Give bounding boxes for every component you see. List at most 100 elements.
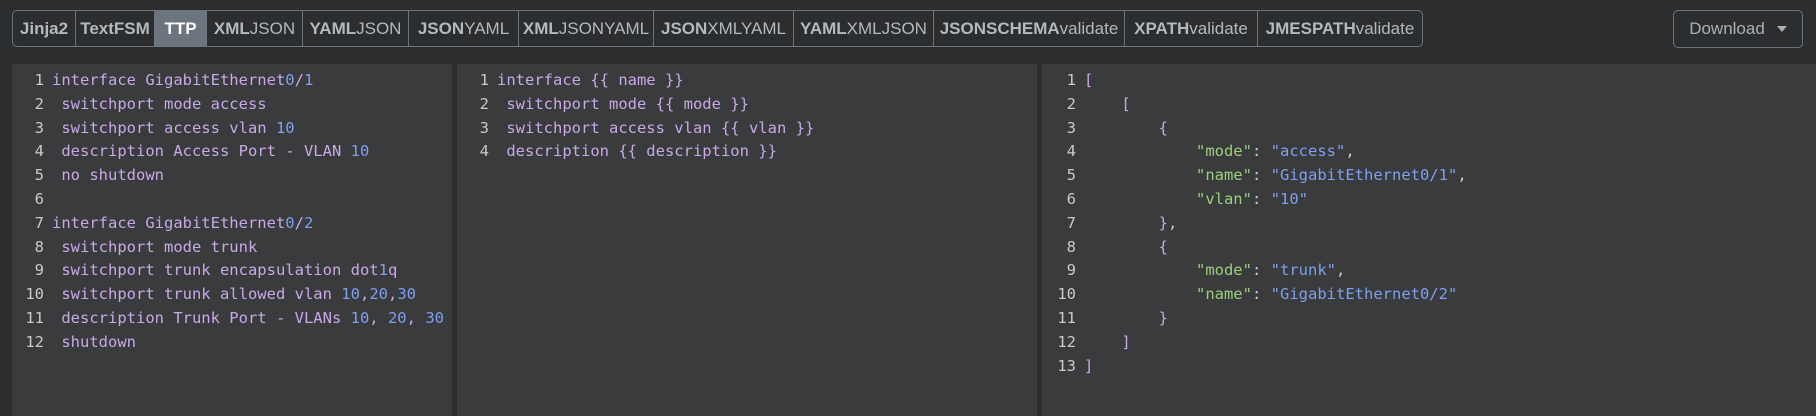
code-line: 10 "name": "GigabitEthernet0/2" — [1042, 283, 1816, 307]
format-tab-group: Jinja2 TextFSM TTP XML JSON YAML JSON JSON YAML X… — [12, 10, 1423, 47]
line-number: 1 — [1066, 71, 1076, 89]
tab-xpath-validate[interactable]: XPATH validate — [1125, 11, 1258, 46]
tab-json-yaml[interactable]: JSON YAML — [409, 11, 519, 46]
code-line: 11 } — [1042, 307, 1816, 331]
code-text: { — [1158, 118, 1168, 137]
code-line: 1 interface {{ name }} — [457, 69, 1037, 93]
code-text: interface {{ name }} — [497, 71, 684, 89]
line-number: 3 — [1066, 118, 1076, 137]
input-editor[interactable]: 1 interface GigabitEthernet0/1 2 switchpor… — [12, 64, 452, 416]
tab-jmespath-validate[interactable]: JMESPATH validate — [1258, 11, 1422, 46]
line-number: 6 — [34, 189, 44, 208]
tab-label-bold: XML — [213, 18, 250, 38]
code-text: ] — [1084, 356, 1094, 375]
tab-xml-json-yaml[interactable]: XML JSONYAML — [519, 11, 654, 46]
line-number: 5 — [1066, 166, 1076, 185]
code-text: "name": "GigabitEthernet0/2" — [1195, 285, 1458, 304]
code-line: 7 }, — [1042, 212, 1816, 236]
code-line: 9 switchport trunk encapsulation dot1q — [12, 259, 452, 283]
toolbar: Jinja2 TextFSM TTP XML JSON YAML JSON JSON YAML X… — [0, 0, 1816, 60]
code-line: 10 switchport trunk allowed vlan 10,20,3… — [12, 283, 452, 307]
line-number: 10 — [1057, 285, 1076, 304]
code-text: "name": "GigabitEthernet0/1", — [1195, 166, 1467, 185]
code-text: switchport access vlan {{ vlan }} — [497, 118, 815, 137]
tab-xml-json[interactable]: XML JSON — [207, 11, 303, 46]
tab-label-bold: JSONSCHEMA — [939, 18, 1060, 38]
tab-label-suffix: JSONYAML — [558, 18, 650, 38]
line-number: 4 — [1066, 142, 1076, 161]
line-number: 7 — [34, 213, 44, 232]
line-number: 13 — [1057, 356, 1076, 375]
download-label: Download — [1689, 19, 1765, 38]
tab-json-xml-yaml[interactable]: JSON XMLYAML — [654, 11, 794, 46]
line-number: 2 — [1066, 94, 1076, 113]
code-line: 3 switchport access vlan 10 — [12, 117, 452, 141]
tab-yaml-xml-json[interactable]: YAML XMLJSON — [794, 11, 934, 46]
line-number: 9 — [1066, 261, 1076, 280]
caret-down-icon — [1776, 26, 1787, 32]
code-text: no shutdown — [52, 166, 164, 185]
tab-yaml-json[interactable]: YAML JSON — [303, 11, 409, 46]
code-text: switchport trunk encapsulation dot1q — [52, 261, 398, 280]
code-line: 12 shutdown — [12, 331, 452, 355]
download-button[interactable]: Download — [1673, 10, 1803, 48]
tab-jsonschema-validate[interactable]: JSONSCHEMA validate — [934, 11, 1125, 46]
code-line: 2 [ — [1042, 93, 1816, 117]
template-editor[interactable]: 1 interface {{ name }} 2 switchport mode {… — [457, 64, 1037, 416]
code-text: "mode": "trunk", — [1195, 261, 1346, 280]
tab-jinja2[interactable]: Jinja2 — [13, 11, 76, 46]
code-text: switchport mode trunk — [52, 237, 258, 256]
tab-label-suffix: validate — [1059, 18, 1119, 38]
tab-label-suffix: XMLJSON — [846, 18, 927, 38]
code-text: [ — [1084, 71, 1094, 89]
line-number: 5 — [34, 166, 44, 185]
tab-label-bold: YAML — [309, 18, 357, 38]
tab-label-bold: JSON — [417, 18, 465, 38]
code-text: ] — [1121, 332, 1131, 351]
output-editor[interactable]: 1[2 [3 {4 "mode": "access", 5 "name": "Gi… — [1042, 64, 1816, 416]
tab-label-suffix: validate — [1355, 18, 1415, 38]
code-text: description Access Port - VLAN 10 — [52, 142, 370, 161]
tab-label-bold: XML — [522, 18, 559, 38]
code-line: 3 { — [1042, 117, 1816, 141]
line-number: 4 — [34, 142, 44, 161]
line-number: 8 — [1066, 237, 1076, 256]
code-text: switchport trunk allowed vlan 10,20,30 — [52, 285, 416, 304]
line-number: 4 — [479, 142, 489, 161]
tab-textfsm[interactable]: TextFSM — [76, 11, 155, 46]
line-number: 2 — [479, 94, 489, 113]
code-text: switchport mode {{ mode }} — [497, 94, 749, 113]
tab-label-bold: TTP — [164, 18, 197, 38]
line-number: 12 — [25, 332, 44, 351]
line-number: 10 — [25, 285, 44, 304]
code-line: 7 interface GigabitEthernet0/2 — [12, 212, 452, 236]
tab-label-bold: TextFSM — [80, 18, 150, 38]
line-number: 2 — [34, 94, 44, 113]
line-number: 11 — [25, 308, 44, 327]
code-line: 4 "mode": "access", — [1042, 140, 1816, 164]
line-number: 11 — [1057, 308, 1076, 327]
tab-label-suffix: YAML — [464, 18, 510, 38]
code-line: 2 switchport mode {{ mode }} — [457, 93, 1037, 117]
tab-label-suffix: validate — [1189, 18, 1248, 38]
code-line: 4 description {{ description }} — [457, 140, 1037, 164]
code-line: 8 switchport mode trunk — [12, 236, 452, 260]
tab-label-suffix: JSON — [356, 18, 402, 38]
code-line: 12 ] — [1042, 331, 1816, 355]
code-text: }, — [1158, 213, 1178, 232]
code-text: description {{ description }} — [497, 142, 777, 161]
code-text: "mode": "access", — [1195, 142, 1355, 161]
code-line: 11 description Trunk Port - VLANs 10, 20… — [12, 307, 452, 331]
code-line: 5 "name": "GigabitEthernet0/1", — [1042, 164, 1816, 188]
tab-label-bold: JMESPATH — [1265, 18, 1356, 38]
code-line: 1[ — [1042, 69, 1816, 93]
line-number: 3 — [34, 118, 44, 137]
code-text: shutdown — [52, 332, 136, 351]
line-number: 9 — [34, 261, 44, 280]
line-number: 1 — [479, 71, 489, 89]
code-text: interface GigabitEthernet0/1 — [52, 71, 314, 89]
code-text: "vlan": "10" — [1195, 189, 1308, 208]
code-text: switchport mode access — [52, 94, 267, 113]
tab-ttp[interactable]: TTP — [155, 11, 207, 46]
code-text: description Trunk Port - VLANs 10, 20, 3… — [52, 308, 444, 327]
